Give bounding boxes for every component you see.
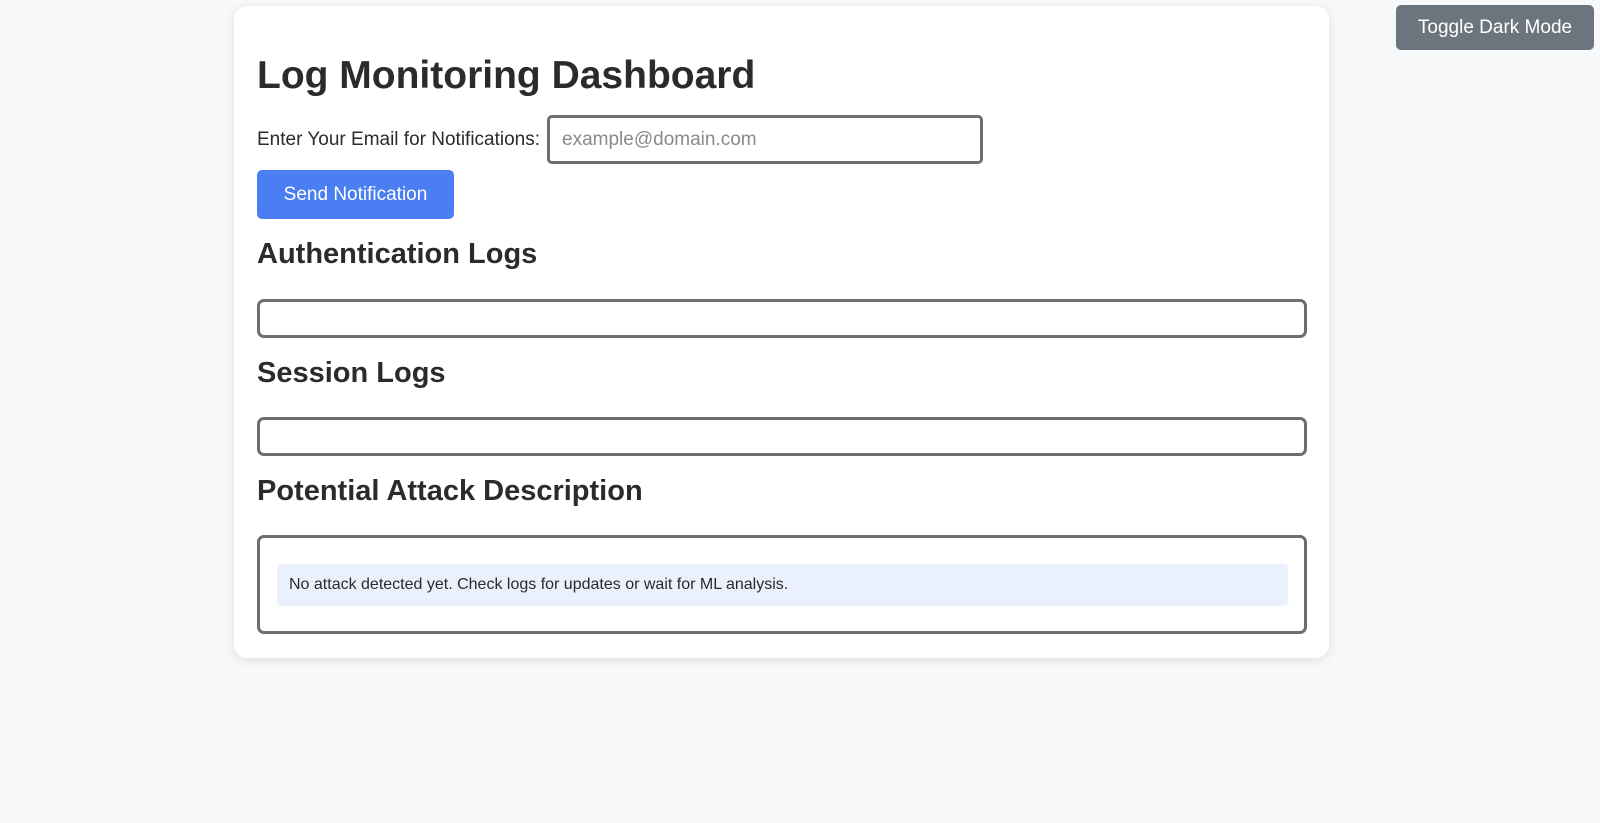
send-notification-button[interactable]: Send Notification [257, 170, 454, 219]
email-label: Enter Your Email for Notifications: [257, 128, 541, 150]
authentication-logs-title: Authentication Logs [257, 238, 538, 270]
attack-description-box: No attack detected yet. Check logs for u… [257, 535, 1307, 634]
toggle-dark-mode-button[interactable]: Toggle Dark Mode [1396, 5, 1594, 50]
attack-status-message: No attack detected yet. Check logs for u… [277, 564, 1288, 606]
page-title: Log Monitoring Dashboard [257, 54, 756, 97]
dashboard-card: Log Monitoring Dashboard Enter Your Emai… [234, 6, 1329, 658]
authentication-logs-box [257, 299, 1307, 338]
email-row: Enter Your Email for Notifications: [257, 115, 984, 164]
session-logs-box [257, 417, 1307, 456]
session-logs-title: Session Logs [257, 357, 446, 389]
email-field[interactable] [547, 115, 984, 164]
potential-attack-title: Potential Attack Description [257, 475, 643, 507]
